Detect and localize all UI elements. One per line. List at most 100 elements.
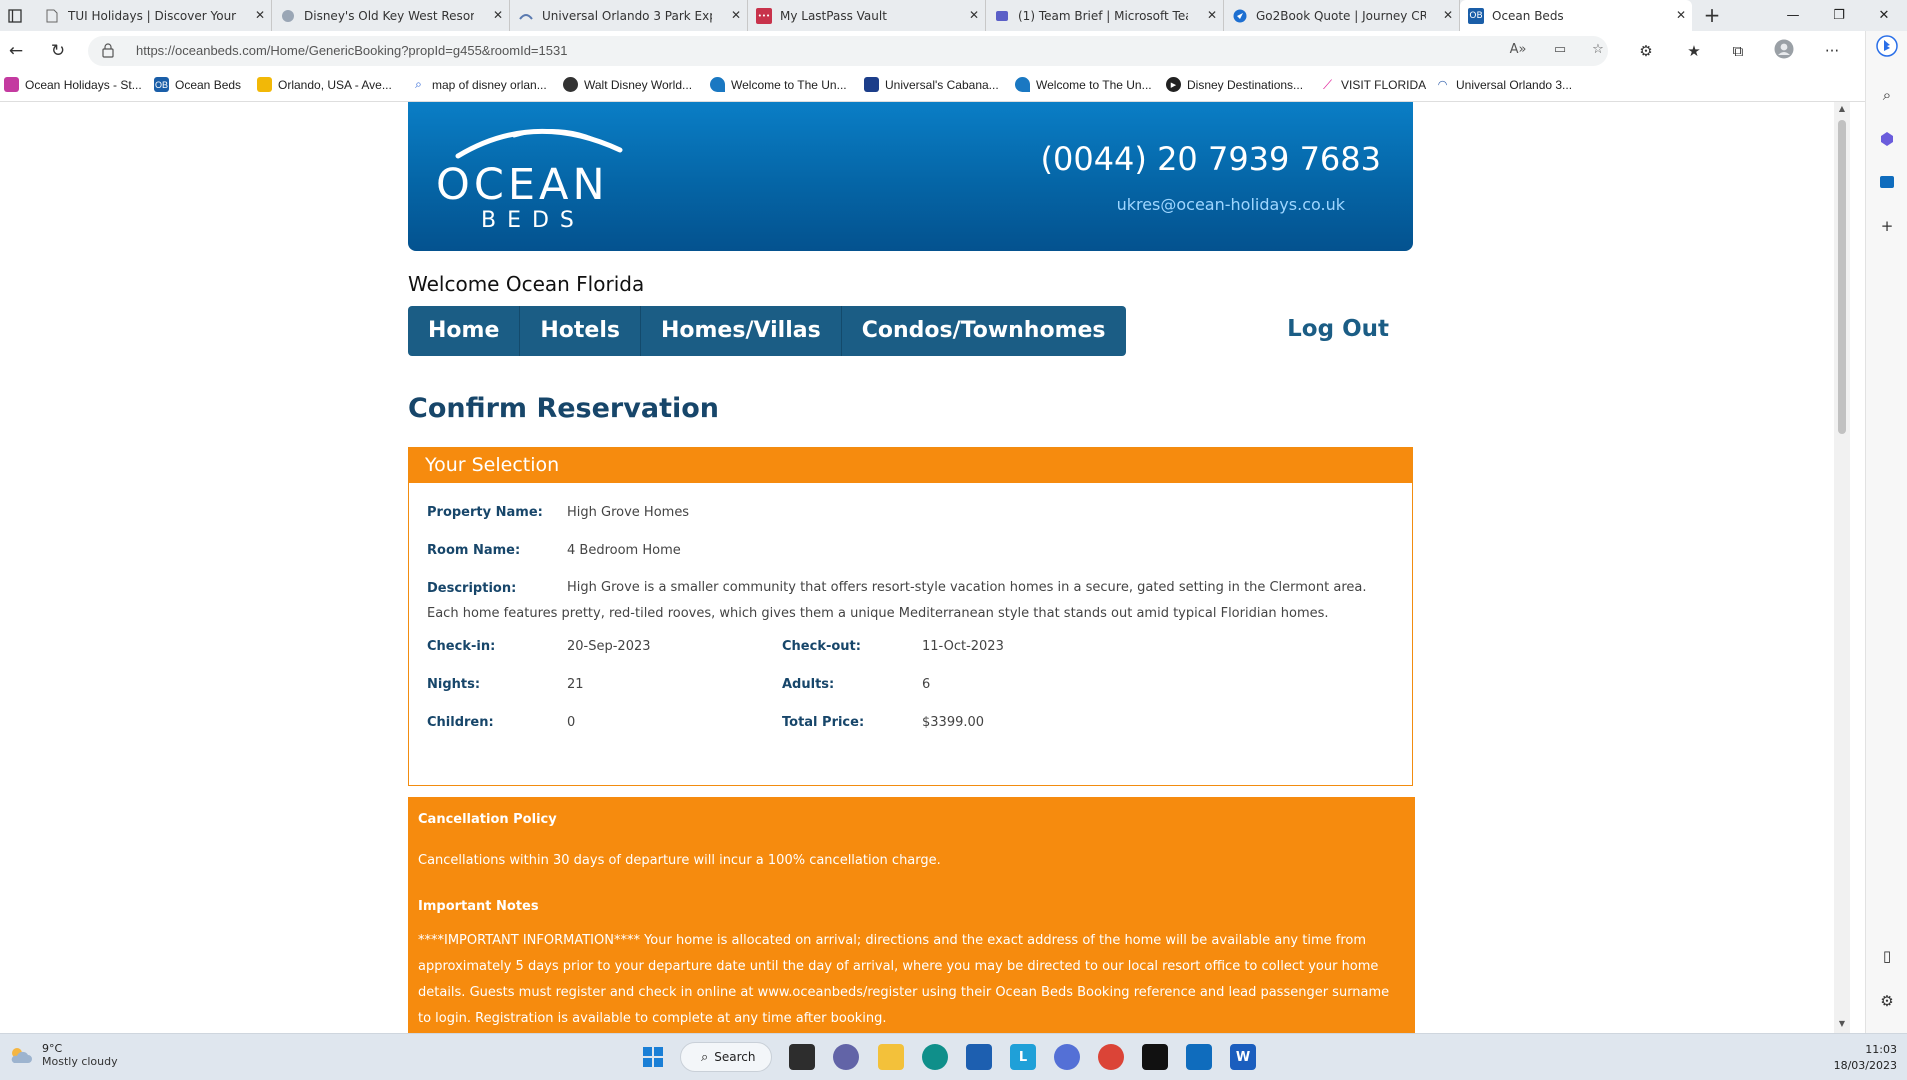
site-header: OCEAN BEDS (0044) 20 7939 7683 ukres@oce… [408, 102, 1413, 251]
split-screen-icon[interactable]: ▯ [1875, 944, 1899, 968]
url-text[interactable]: https://oceanbeds.com/Home/GenericBookin… [136, 43, 567, 58]
close-tab-icon[interactable]: ✕ [1443, 8, 1453, 22]
bookmark-item[interactable]: Welcome to The Un... [710, 77, 847, 92]
total-price-label: Total Price: [782, 715, 865, 730]
bing-chat-icon[interactable] [1875, 34, 1899, 58]
weather-widget[interactable]: 9°C Mostly cloudy [8, 1042, 118, 1068]
browser-tab[interactable]: Disney's Old Key West Resort | W ✕ [272, 0, 510, 31]
add-favorite-icon[interactable]: ☆ [1588, 42, 1608, 60]
nav-condos-townhomes[interactable]: Condos/Townhomes [842, 306, 1126, 356]
store-icon[interactable] [966, 1044, 992, 1070]
notes-text: ****IMPORTANT INFORMATION**** Your home … [418, 933, 1390, 1026]
bookmark-item[interactable]: ⟋ VISIT FLORIDA [1320, 77, 1426, 92]
bookmark-icon [864, 77, 879, 92]
close-tab-icon[interactable]: ✕ [1207, 8, 1217, 22]
restore-icon[interactable]: ❐ [1816, 0, 1862, 31]
profile-avatar-icon[interactable] [1772, 39, 1796, 63]
immersive-reader-icon[interactable]: ▭ [1550, 42, 1570, 60]
close-tab-icon[interactable]: ✕ [731, 8, 741, 22]
taskbar-search[interactable]: ⌕ Search [680, 1042, 772, 1072]
bookmark-item[interactable]: Universal's Cabana... [864, 77, 999, 92]
logout-link[interactable]: Log Out [1287, 316, 1389, 342]
more-menu-icon[interactable]: ··· [1820, 39, 1844, 63]
edge-sidebar: ⌕ + ▯ ⚙ [1865, 31, 1907, 1033]
weather-description: Mostly cloudy [42, 1055, 118, 1068]
collections-icon[interactable]: ⧉ [1726, 39, 1750, 63]
adults-value: 6 [922, 677, 931, 692]
bookmark-item[interactable]: ▶ Disney Destinations... [1166, 77, 1303, 92]
browser-tab[interactable]: Universal Orlando 3 Park Explore ✕ [510, 0, 748, 31]
favorites-icon[interactable]: ★ [1682, 39, 1706, 63]
tab-title: (1) Team Brief | Microsoft Teams [1018, 8, 1188, 23]
clock-time: 11:03 [1865, 1043, 1897, 1056]
main-navigation: Home Hotels Homes/Villas Condos/Townhome… [408, 306, 1126, 356]
scroll-down-icon[interactable]: ▼ [1837, 1019, 1847, 1028]
bookmark-item[interactable]: Ocean Holidays - St... [4, 77, 142, 92]
close-tab-icon[interactable]: ✕ [255, 8, 265, 22]
back-icon[interactable]: ← [2, 39, 30, 63]
url-field[interactable]: https://oceanbeds.com/Home/GenericBookin… [88, 36, 1608, 66]
bookmark-item[interactable]: Walt Disney World... [563, 77, 692, 92]
logo-ocean-text: OCEAN [436, 160, 609, 210]
checkin-label: Check-in: [427, 639, 496, 654]
page-scrollbar[interactable]: ▲ ▼ [1834, 102, 1850, 1033]
tab-title: Universal Orlando 3 Park Explore [542, 8, 712, 23]
nights-value: 21 [567, 677, 584, 692]
task-view-icon[interactable] [789, 1044, 815, 1070]
notes-heading: Important Notes [418, 899, 539, 914]
property-name-label: Property Name: [427, 505, 543, 520]
browser-tab-active[interactable]: OB Ocean Beds ✕ [1460, 0, 1692, 31]
search-label: Search [714, 1050, 756, 1064]
bookmark-item[interactable]: OB Ocean Beds [154, 77, 241, 92]
nav-hotels[interactable]: Hotels [520, 306, 641, 356]
tab-actions-icon[interactable] [4, 6, 26, 26]
read-aloud-icon[interactable]: A» [1508, 42, 1528, 60]
checkout-label: Check-out: [782, 639, 861, 654]
learning-app-icon[interactable]: L [1010, 1044, 1036, 1070]
nav-home[interactable]: Home [408, 306, 521, 356]
edge-icon[interactable] [922, 1044, 948, 1070]
chat-icon[interactable] [833, 1044, 859, 1070]
browser-tab[interactable]: ••• My LastPass Vault ✕ [748, 0, 986, 31]
bookmark-icon: ◠ [1437, 79, 1448, 91]
webex-icon[interactable] [1142, 1044, 1168, 1070]
bookmark-item[interactable]: ⌕ map of disney orlan... [411, 77, 547, 92]
system-clock[interactable]: 11:03 18/03/2023 [1834, 1042, 1897, 1074]
minimize-icon[interactable]: — [1770, 0, 1816, 31]
lock-icon[interactable] [102, 43, 116, 59]
discover-icon[interactable] [1875, 127, 1899, 151]
bookmark-icon: ⟋ [1322, 76, 1333, 92]
extensions-icon[interactable]: ⚙ [1634, 39, 1658, 63]
teams-icon [994, 8, 1010, 24]
nav-homes-villas[interactable]: Homes/Villas [641, 306, 842, 356]
close-tab-icon[interactable]: ✕ [1676, 8, 1686, 22]
close-window-icon[interactable]: ✕ [1861, 0, 1907, 31]
bookmark-item[interactable]: ◠ Universal Orlando 3... [1435, 77, 1572, 92]
browser-tab[interactable]: TUI Holidays | Discover Your Sm ✕ [36, 0, 272, 31]
outlook-icon[interactable] [1875, 170, 1899, 194]
scroll-up-icon[interactable]: ▲ [1837, 104, 1847, 113]
chrome-icon[interactable] [1098, 1044, 1124, 1070]
new-tab-button[interactable]: + [1700, 4, 1724, 28]
phone-number: (0044) 20 7939 7683 [1040, 140, 1381, 178]
children-value: 0 [567, 715, 576, 730]
start-icon[interactable] [640, 1044, 666, 1070]
browser-tab[interactable]: (1) Team Brief | Microsoft Teams ✕ [986, 0, 1224, 31]
search-icon[interactable]: ⌕ [1875, 83, 1899, 107]
word-icon[interactable]: W [1230, 1044, 1256, 1070]
bookmark-item[interactable]: Orlando, USA - Ave... [257, 77, 392, 92]
bookmark-item[interactable]: Welcome to The Un... [1015, 77, 1152, 92]
browser-tab[interactable]: Go2Book Quote | Journey CRM ✕ [1224, 0, 1460, 31]
settings-icon[interactable]: ⚙ [1875, 989, 1899, 1013]
file-explorer-icon[interactable] [878, 1044, 904, 1070]
refresh-icon[interactable]: ↻ [44, 39, 72, 63]
scroll-thumb[interactable] [1838, 120, 1846, 434]
add-icon[interactable]: + [1875, 214, 1899, 238]
property-name-value: High Grove Homes [567, 505, 690, 520]
close-tab-icon[interactable]: ✕ [969, 8, 979, 22]
email-link[interactable]: ukres@ocean-holidays.co.uk [1117, 195, 1345, 214]
ocean-beds-logo[interactable]: OCEAN BEDS [436, 120, 626, 233]
affinity-icon[interactable] [1054, 1044, 1080, 1070]
outlook-icon[interactable] [1186, 1044, 1212, 1070]
close-tab-icon[interactable]: ✕ [493, 8, 503, 22]
